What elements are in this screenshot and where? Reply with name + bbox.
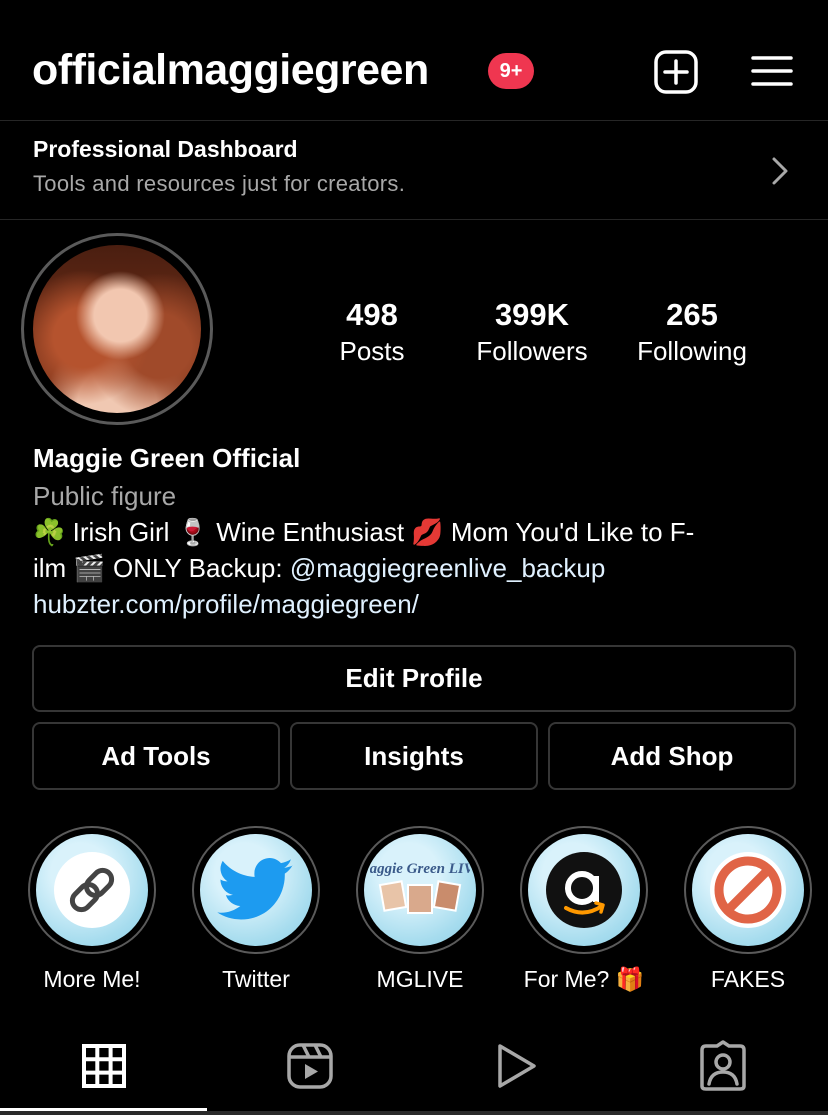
highlight-for-me[interactable]: For Me? 🎁 (502, 826, 666, 994)
tab-videos[interactable] (490, 1040, 542, 1092)
twitter-bird-icon (217, 858, 294, 920)
mglive-logo: Maggie Green LIVE (370, 861, 470, 914)
prohibited-icon (710, 852, 786, 928)
amazon-icon (546, 852, 622, 928)
highlight-ring (28, 826, 156, 954)
menu-button[interactable] (750, 52, 794, 92)
tab-tagged[interactable] (697, 1040, 749, 1092)
bio-mention-link[interactable]: @maggiegreenlive_backup (290, 553, 605, 583)
highlight-cover (200, 834, 312, 946)
bio-text-line: ilm 🎬 ONLY Backup: @maggiegreenlive_back… (33, 551, 605, 585)
following-count: 265 (666, 297, 718, 332)
link-chain-icon (54, 852, 130, 928)
insights-button[interactable]: Insights (290, 722, 538, 790)
mglive-logo-text: Maggie Green LIVE (370, 861, 470, 877)
highlight-ring (520, 826, 648, 954)
bio-website-link[interactable]: hubzter.com/profile/maggiegreen/ (33, 587, 419, 621)
add-shop-button[interactable]: Add Shop (548, 722, 796, 790)
highlight-label: More Me! (43, 966, 141, 992)
stat-posts[interactable]: 498 Posts (297, 296, 447, 368)
bio-text-line: ☘️ Irish Girl 🍷 Wine Enthusiast 💋 Mom Yo… (33, 517, 695, 547)
notification-badge: 9+ (488, 53, 534, 89)
reels-icon (287, 1043, 333, 1089)
ad-tools-button[interactable]: Ad Tools (32, 722, 280, 790)
highlight-label: Twitter (222, 966, 290, 992)
tagged-person-icon (700, 1040, 746, 1091)
profile-username[interactable]: officialmaggiegreen (32, 44, 429, 96)
highlight-label: FAKES (710, 966, 786, 992)
highlight-ring (192, 826, 320, 954)
highlight-label: For Me? 🎁 (523, 966, 645, 992)
stat-followers[interactable]: 399K Followers (457, 296, 607, 368)
plus-square-icon (654, 50, 698, 94)
chevron-right-icon (768, 156, 790, 186)
highlight-label: MGLIVE (376, 966, 464, 992)
highlight-mglive[interactable]: Maggie Green LIVE MGLIVE (338, 826, 502, 994)
divider (0, 219, 828, 220)
highlight-ring (684, 826, 812, 954)
following-label: Following (637, 336, 747, 366)
followers-count: 399K (494, 297, 570, 332)
profile-category: Public figure (33, 481, 177, 511)
grid-icon (82, 1044, 126, 1088)
highlight-twitter[interactable]: Twitter (174, 826, 338, 994)
highlight-cover (692, 834, 804, 946)
dashboard-subtitle: Tools and resources just for creators. (33, 171, 406, 196)
edit-profile-button[interactable]: Edit Profile (32, 645, 796, 712)
tab-reels[interactable] (284, 1040, 336, 1092)
post-grid-preview-strip (0, 1111, 828, 1115)
posts-count: 498 (346, 297, 398, 332)
highlight-more-me[interactable]: More Me! (10, 826, 174, 994)
highlight-cover (528, 834, 640, 946)
stat-following[interactable]: 265 Following (617, 296, 767, 368)
highlight-cover (36, 834, 148, 946)
play-icon (498, 1044, 536, 1088)
posts-label: Posts (339, 336, 405, 366)
dashboard-title: Professional Dashboard (33, 136, 298, 162)
bio-text: ilm 🎬 ONLY Backup: (33, 553, 290, 583)
avatar[interactable] (33, 245, 201, 413)
highlight-fakes[interactable]: FAKES (666, 826, 828, 994)
highlight-cover: Maggie Green LIVE (364, 834, 476, 946)
profile-display-name: Maggie Green Official (33, 443, 301, 473)
hamburger-menu-icon (751, 56, 793, 86)
tab-posts-grid[interactable] (78, 1040, 130, 1092)
followers-label: Followers (476, 336, 588, 366)
new-post-button[interactable] (653, 49, 699, 95)
highlight-ring: Maggie Green LIVE (356, 826, 484, 954)
